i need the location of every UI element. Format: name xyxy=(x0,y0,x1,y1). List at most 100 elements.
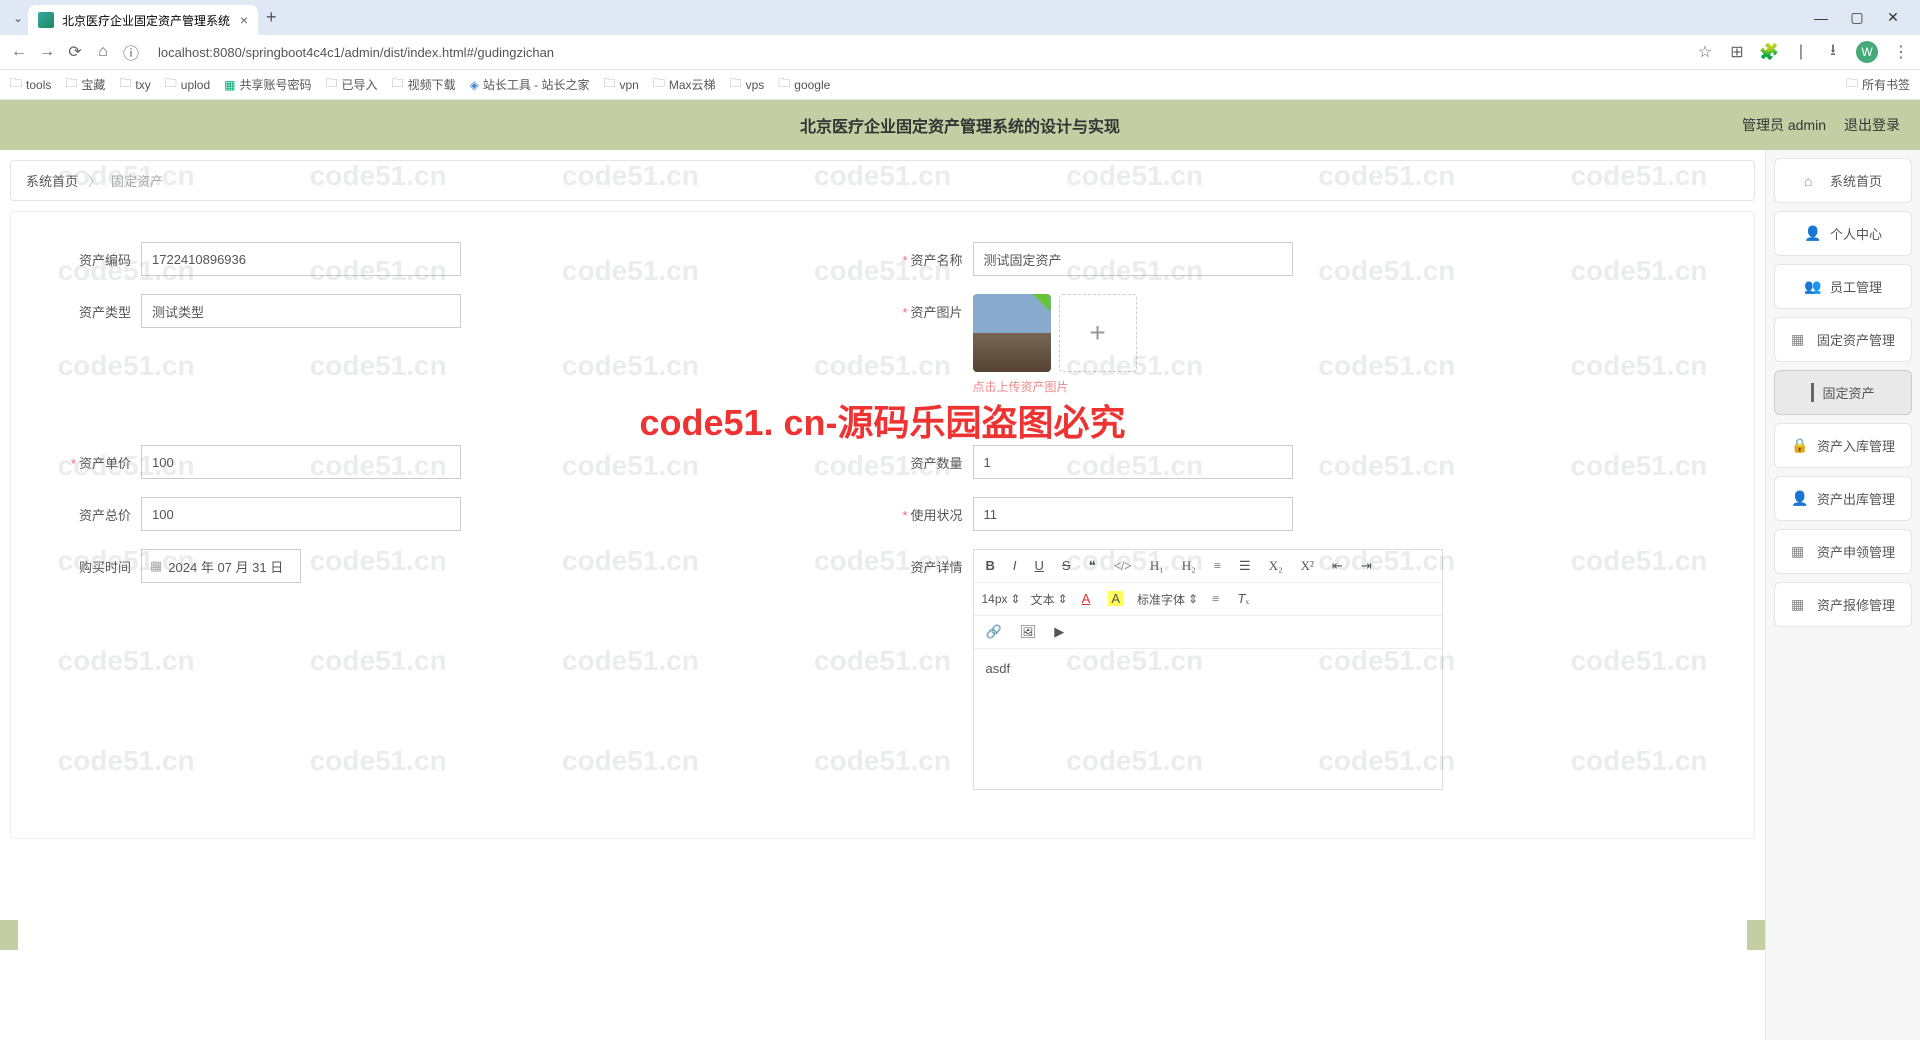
url-input[interactable]: localhost:8080/springboot4c4c1/admin/dis… xyxy=(150,41,1686,64)
editor-content[interactable]: asdf xyxy=(974,649,1442,789)
italic-icon[interactable]: I xyxy=(1009,556,1021,576)
bookmark-item[interactable]: 🗀视频下载 xyxy=(392,74,456,95)
close-window-icon[interactable]: ✕ xyxy=(1886,11,1900,25)
indent-in-icon[interactable]: ⇥ xyxy=(1357,556,1376,576)
home-icon[interactable]: ⌂ xyxy=(94,43,112,61)
reload-icon[interactable]: ⟳ xyxy=(66,43,84,61)
avatar[interactable]: W xyxy=(1856,41,1878,63)
back-icon[interactable]: ← xyxy=(10,43,28,61)
fontsize-select[interactable]: 14px ⇕ xyxy=(982,592,1021,606)
folder-icon: 🗀 xyxy=(165,74,177,95)
browser-tab-bar: ⌄ 北京医疗企业固定资产管理系统 × + — ▢ ✕ xyxy=(0,0,1920,35)
bgcolor-icon[interactable]: A xyxy=(1104,589,1127,609)
underline-icon[interactable]: U xyxy=(1031,556,1048,576)
quote-icon[interactable]: ❝ xyxy=(1085,556,1100,576)
image-icon[interactable]: 🖼 xyxy=(1016,622,1041,642)
bookmark-item[interactable]: ◈站长工具 - 站长之家 xyxy=(470,76,590,93)
folder-icon: 🗀 xyxy=(778,74,790,95)
sidebar-item-apply[interactable]: ▦资产申领管理 xyxy=(1774,529,1912,574)
bookmark-item[interactable]: 🗀宝藏 xyxy=(65,74,105,95)
h2-icon[interactable]: H₂ xyxy=(1178,556,1200,576)
buytime-label: 购买时间 xyxy=(51,549,141,576)
forward-icon[interactable]: → xyxy=(38,43,56,61)
link-icon[interactable]: 🔗 xyxy=(982,622,1006,642)
sidebar-item-inbound[interactable]: 🔒资产入库管理 xyxy=(1774,423,1912,468)
sidebar-item-repair[interactable]: ▦资产报修管理 xyxy=(1774,582,1912,627)
indent-out-icon[interactable]: ⇤ xyxy=(1328,556,1347,576)
list-ul-icon[interactable]: ☰ xyxy=(1235,556,1255,576)
new-tab-button[interactable]: + xyxy=(266,7,277,28)
sheet-icon: ▦ xyxy=(224,78,235,92)
fontfamily-select[interactable]: 标准字体 ⇕ xyxy=(1137,591,1198,608)
list-ol-icon[interactable]: ≡ xyxy=(1210,556,1225,576)
type-input[interactable] xyxy=(141,294,461,328)
bookmark-item[interactable]: ▦共享账号密码 xyxy=(224,76,311,93)
h1-icon[interactable]: H₁ xyxy=(1146,556,1168,576)
app-header: 北京医疗企业固定资产管理系统的设计与实现 管理员 admin 退出登录 xyxy=(0,100,1920,150)
extensions-icon[interactable]: ⊞ xyxy=(1728,43,1746,61)
total-input[interactable] xyxy=(141,497,461,531)
sidebar-item-staff[interactable]: 👥员工管理 xyxy=(1774,264,1912,309)
folder-icon: 🗀 xyxy=(603,74,615,95)
bookmark-item[interactable]: 🗀vps xyxy=(730,74,765,95)
folder-icon: 🗀 xyxy=(730,74,742,95)
bookmark-item[interactable]: 🗀vpn xyxy=(603,74,638,95)
bookmark-item[interactable]: 🗀Max云梯 xyxy=(653,74,716,95)
code-input[interactable] xyxy=(141,242,461,276)
sidebar-item-assets-mgmt[interactable]: ▦固定资产管理 xyxy=(1774,317,1912,362)
maximize-icon[interactable]: ▢ xyxy=(1850,11,1864,25)
tab-dropdown-icon[interactable]: ⌄ xyxy=(8,11,28,25)
name-input[interactable] xyxy=(973,242,1293,276)
sub-icon[interactable]: X₂ xyxy=(1265,556,1287,576)
upload-button[interactable]: + xyxy=(1059,294,1137,372)
bookmark-item[interactable]: 🗀google xyxy=(778,74,830,95)
minimize-icon[interactable]: — xyxy=(1814,11,1828,25)
code-label: 资产编码 xyxy=(51,242,141,269)
editor-toolbar: B I U S ❝ </> H₁ H₂ ≡ ☰ X₂ X² ⇤ xyxy=(974,550,1442,583)
grid-icon: ▦ xyxy=(1791,331,1807,348)
breadcrumb-home[interactable]: 系统首页 xyxy=(26,171,78,190)
lock-icon: 🔒 xyxy=(1791,437,1807,454)
share-icon[interactable]: ☆ xyxy=(1696,43,1714,61)
site-info-icon[interactable]: ⓘ xyxy=(122,43,140,61)
image-preview[interactable] xyxy=(973,294,1051,372)
sup-icon[interactable]: X² xyxy=(1297,556,1318,576)
bold-icon[interactable]: B xyxy=(982,556,999,576)
bookmark-item[interactable]: 🗀txy xyxy=(119,74,150,95)
puzzle-icon[interactable]: 🧩 xyxy=(1760,43,1778,61)
watermark-big: code51. cn-源码乐园盗图必究 xyxy=(639,394,1125,446)
price-input[interactable] xyxy=(141,445,461,479)
status-input[interactable] xyxy=(973,497,1293,531)
sidebar-item-home[interactable]: ⌂系统首页 xyxy=(1774,158,1912,203)
sidebar-item-outbound[interactable]: 👤资产出库管理 xyxy=(1774,476,1912,521)
video-icon[interactable]: ▶ xyxy=(1050,622,1068,642)
buytime-input[interactable]: ▦ 2024 年 07 月 31 日 xyxy=(141,549,301,583)
user-label[interactable]: 管理员 admin xyxy=(1742,115,1826,135)
qty-input[interactable] xyxy=(973,445,1293,479)
bookmark-item[interactable]: 🗀tools xyxy=(10,74,51,95)
clear-icon[interactable]: Tₓ xyxy=(1233,589,1253,609)
menu-icon[interactable]: ⋮ xyxy=(1892,43,1910,61)
browser-tab[interactable]: 北京医疗企业固定资产管理系统 × xyxy=(28,5,258,35)
user-icon: 👤 xyxy=(1791,490,1807,507)
all-bookmarks[interactable]: 🗀所有书签 xyxy=(1846,74,1910,95)
strike-icon[interactable]: S xyxy=(1058,556,1075,576)
image-label: 资产图片 xyxy=(883,294,973,321)
folder-icon: 🗀 xyxy=(326,74,338,95)
sidebar-item-profile[interactable]: 👤个人中心 xyxy=(1774,211,1912,256)
folder-icon: 🗀 xyxy=(65,74,77,95)
logout-link[interactable]: 退出登录 xyxy=(1844,115,1900,135)
fontcolor-icon[interactable]: A xyxy=(1078,589,1095,609)
download-icon[interactable]: ⭳ xyxy=(1824,43,1842,61)
code-icon[interactable]: </> xyxy=(1110,556,1136,576)
page-icon: ◈ xyxy=(470,78,479,92)
align-icon[interactable]: ≡ xyxy=(1208,589,1223,609)
tab-title: 北京医疗企业固定资产管理系统 xyxy=(62,12,230,29)
fonttype-select[interactable]: 文本 ⇕ xyxy=(1031,591,1068,608)
grid-icon: ▦ xyxy=(1791,543,1807,560)
bookmark-item[interactable]: 🗀uplod xyxy=(165,74,210,95)
sidebar-item-assets[interactable]: 固定资产 xyxy=(1774,370,1912,415)
bookmark-item[interactable]: 🗀已导入 xyxy=(326,74,378,95)
close-icon[interactable]: × xyxy=(240,12,248,28)
bookmark-bar: 🗀tools 🗀宝藏 🗀txy 🗀uplod ▦共享账号密码 🗀已导入 🗀视频下… xyxy=(0,70,1920,100)
